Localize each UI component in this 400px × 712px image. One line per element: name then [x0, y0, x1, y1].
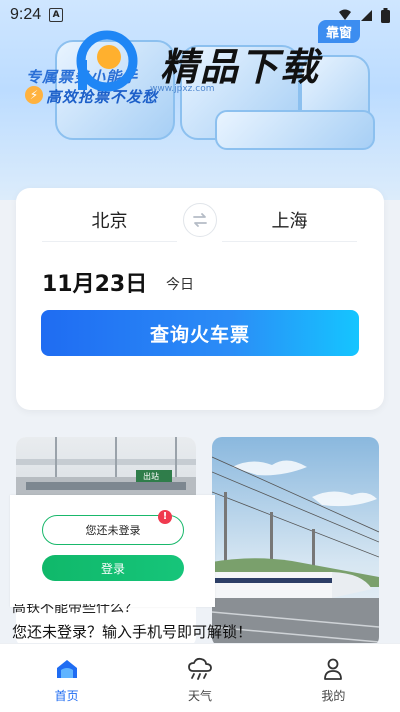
- notification-icon: A: [49, 8, 64, 22]
- login-button[interactable]: 登录: [42, 555, 184, 581]
- watermark-url: www.jpxz.com: [150, 84, 215, 94]
- signal-icon: [361, 9, 372, 21]
- tab-label: 我的: [321, 689, 346, 703]
- weather-icon: [188, 657, 212, 680]
- bottom-tab-bar: 首页 天气 我的: [0, 643, 400, 712]
- feed-card[interactable]: [212, 437, 379, 647]
- wifi-icon: [339, 9, 351, 20]
- day-label: 今日: [166, 277, 194, 293]
- swap-icon: [193, 213, 207, 227]
- article-title[interactable]: 高铁不能带些什么？: [12, 604, 202, 618]
- train-photo: [212, 437, 379, 647]
- tab-home[interactable]: 首页: [0, 644, 133, 712]
- query-tickets-button[interactable]: 查询火车票: [41, 310, 359, 356]
- departure-city-field[interactable]: 北京: [42, 206, 177, 242]
- tab-profile[interactable]: 我的: [267, 644, 400, 712]
- ticket-search-card: 北京 上海 11月23日 今日 查询火车票: [16, 188, 384, 410]
- hero-banner: 专属票务小能手 ⚡ 高效抢票不发愁 精品下载 www.jpxz.com 靠窗: [0, 0, 400, 200]
- station-sign: 出站: [143, 472, 159, 481]
- alert-badge-icon: !: [158, 510, 172, 524]
- status-time: 9:24: [10, 6, 42, 23]
- login-prompt-popup: 您还未登录 ! 登录: [10, 495, 215, 607]
- tab-label: 首页: [54, 689, 79, 703]
- profile-icon: [324, 658, 343, 680]
- tab-weather[interactable]: 天气: [133, 644, 266, 712]
- train-table-illustration: [215, 110, 375, 150]
- battery-icon: [381, 7, 390, 23]
- arrival-city-field[interactable]: 上海: [222, 206, 357, 242]
- watermark-text: 精品下载: [160, 45, 321, 89]
- swap-cities-button[interactable]: [183, 203, 217, 237]
- home-icon: [56, 660, 77, 678]
- watermark-logo-icon: [76, 30, 138, 92]
- lightning-icon: ⚡: [25, 86, 43, 104]
- status-bar: 9:24 A: [0, 0, 400, 30]
- article-description: 您还未登录？输入手机号即可解锁！: [12, 623, 253, 641]
- departure-date[interactable]: 11月23日: [42, 266, 147, 298]
- tab-label: 天气: [187, 689, 212, 703]
